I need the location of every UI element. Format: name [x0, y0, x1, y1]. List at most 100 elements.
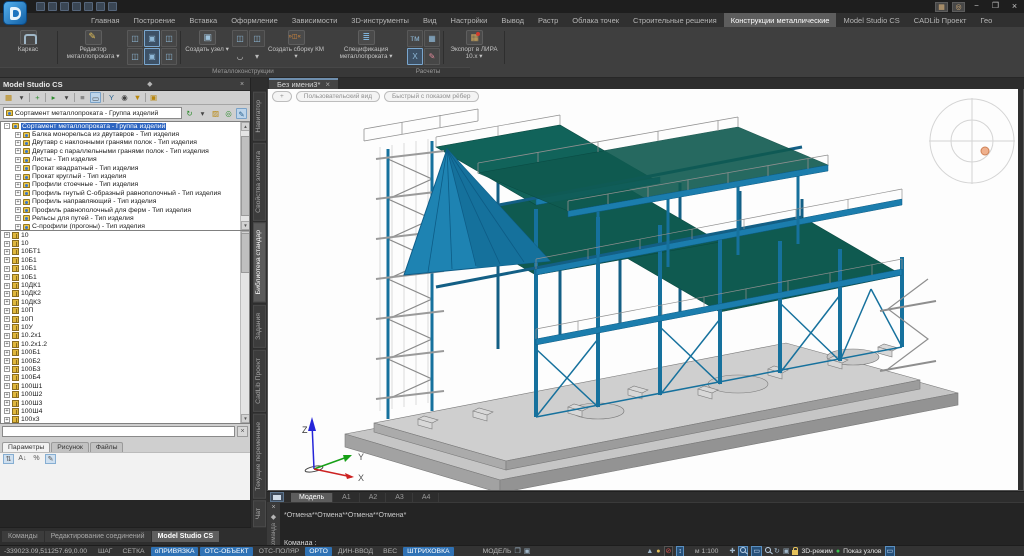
palette-header[interactable]: Model Studio CS ◆ × [0, 78, 250, 91]
view-compass[interactable] [927, 93, 1021, 189]
list-item[interactable]: + 100Ш4 [1, 407, 249, 415]
layout-tab[interactable]: A2 [361, 493, 387, 502]
undo-icon[interactable] [84, 2, 93, 11]
status-toggle[interactable]: ШТРИХОВКА [403, 547, 453, 556]
play-icon[interactable]: ▸ [48, 92, 59, 103]
expander-icon[interactable]: + [4, 375, 10, 381]
list-item[interactable]: + 10У [1, 323, 249, 331]
palette-tab[interactable]: Параметры [2, 442, 50, 452]
annotation-scale[interactable]: м 1:100 [695, 548, 719, 555]
status-toggle[interactable]: СЕТКА [118, 547, 148, 556]
expander-icon[interactable]: + [4, 274, 10, 280]
expander-icon[interactable]: + [15, 182, 21, 188]
list-item[interactable]: + 10ДК1 [1, 281, 249, 289]
ribbon-tab[interactable]: 3D-инструменты [344, 13, 416, 27]
node-icon-1[interactable]: ◫ [232, 30, 248, 47]
refresh-icon[interactable]: ↻ [184, 108, 195, 119]
close-button[interactable]: × [1007, 1, 1022, 12]
steel-structure-model[interactable] [268, 89, 1018, 491]
list-item[interactable]: + 100Б4 [1, 374, 249, 382]
expander-icon[interactable]: + [4, 257, 10, 263]
status-toggle[interactable]: ДИН-ВВОД [334, 547, 377, 556]
expander-icon[interactable]: + [15, 132, 21, 138]
list-item[interactable]: + 10БТ1 [1, 248, 249, 256]
database-icon[interactable]: ▦ [3, 92, 14, 103]
tree-item[interactable]: + Профили стоечные - Тип изделия [1, 181, 249, 189]
new-file-icon[interactable] [36, 2, 45, 11]
list-item[interactable]: + 10ДК3 [1, 298, 249, 306]
tree-item[interactable]: + Профиль равнополочный для ферм - Тип и… [1, 206, 249, 214]
expander-icon[interactable]: + [4, 232, 10, 238]
compass-handle[interactable] [981, 147, 989, 155]
document-close-icon[interactable]: × [325, 80, 330, 89]
side-tab[interactable]: CadLib Проект [253, 350, 266, 412]
expander-icon[interactable]: + [4, 333, 10, 339]
list-item[interactable]: + 10.2х1 [1, 332, 249, 340]
pin-icon[interactable]: ◆ [145, 80, 155, 88]
refresh-dropdown-icon[interactable]: ▾ [197, 108, 208, 119]
expander-icon[interactable]: + [15, 199, 21, 205]
funnel-icon[interactable]: ▼ [132, 92, 143, 103]
status-toggle[interactable]: ОРТО [305, 547, 332, 556]
edit-params-icon[interactable]: ✎ [45, 454, 56, 464]
model-viewport[interactable]: +Пользовательский видБыстрый с показом р… [267, 89, 1024, 491]
globe-icon[interactable]: ◎ [223, 108, 234, 119]
ribbon-tab[interactable]: Конструкции металлические [724, 13, 837, 27]
app-logo[interactable] [3, 1, 27, 25]
screens-icon[interactable]: ▣ [783, 547, 790, 556]
list-scrollbar[interactable]: ▲▼ [240, 231, 249, 423]
joint-icon-5[interactable]: ▣ [144, 48, 160, 65]
show-nodes-label[interactable]: Показ узлов [843, 548, 881, 555]
joint-icon-6[interactable]: ◫ [161, 48, 177, 65]
expander-icon[interactable]: + [4, 291, 10, 297]
tree-item[interactable]: + Двутавр с наклонными гранями полок - Т… [1, 139, 249, 147]
command-history[interactable]: *Отмена**Отмена**Отмена**Отмена* Команда… [280, 503, 1024, 548]
scroll-down-icon[interactable]: ▼ [241, 414, 250, 423]
status-toggle[interactable]: ОТС-ПОЛЯР [255, 547, 304, 556]
ribbon-tab[interactable]: Вывод [494, 13, 531, 27]
view-control[interactable]: Быстрый с показом рёбер [384, 91, 479, 102]
side-tab[interactable]: Навигатор [253, 92, 266, 141]
ribbon-tab[interactable]: Зависимости [285, 13, 345, 27]
joint-icon-3[interactable]: ◫ [161, 30, 177, 47]
expander-icon[interactable]: + [15, 215, 21, 221]
tree-scrollbar[interactable]: ▲▼ [240, 122, 249, 230]
document-tab[interactable]: Без имени3* × [269, 78, 338, 89]
view-control[interactable]: + [272, 91, 292, 102]
side-tab[interactable]: Библиотека стандар [253, 222, 266, 302]
scroll-up-icon[interactable]: ▲ [241, 122, 250, 131]
flat-view-icon[interactable]: ▭ [90, 92, 101, 103]
list-item[interactable]: + 10Б1 [1, 265, 249, 273]
palette-close-icon[interactable]: × [237, 81, 247, 88]
list-item[interactable]: + 10 [1, 231, 249, 239]
db-dropdown-icon[interactable]: ▾ [16, 92, 27, 103]
minimize-button[interactable]: − [969, 1, 984, 12]
ribbon-tab[interactable]: Настройки [444, 13, 495, 27]
node-icon-2[interactable]: ◫ [249, 30, 265, 47]
model-space-label[interactable]: МОДЕЛЬ [483, 548, 512, 555]
export-weld-icon[interactable]: ✎ [424, 48, 440, 65]
tree-item[interactable]: + Профиль направляющий - Тип изделия [1, 198, 249, 206]
lira-export-button[interactable]: Экспорт в ЛИРА 10.x ▾ [447, 29, 501, 66]
sort-icon[interactable]: ⇅ [3, 454, 14, 464]
lock-icon[interactable] [792, 550, 798, 555]
viewport-lock-icon[interactable]: ❐ [514, 547, 520, 556]
maximize-button[interactable]: ❐ [988, 1, 1003, 12]
layout-tab[interactable]: A4 [414, 493, 440, 502]
collapsed-panel-strip[interactable] [1018, 89, 1023, 490]
expander-icon[interactable]: + [15, 224, 21, 230]
workspace-icon[interactable]: ▦ [935, 2, 948, 12]
expander-icon[interactable]: + [4, 417, 10, 423]
tree-item[interactable]: + Двутавр с параллельными гранями полок … [1, 147, 249, 155]
settings-icon[interactable]: ◎ [952, 2, 965, 12]
bulb-icon[interactable]: ● [656, 547, 660, 556]
list-item[interactable]: + 10Б1 [1, 256, 249, 264]
tree-item[interactable]: + Балка монорельса из двутавров - Тип из… [1, 130, 249, 138]
save-icon[interactable] [60, 2, 69, 11]
expander-icon[interactable]: + [4, 283, 10, 289]
expander-icon[interactable]: + [4, 350, 10, 356]
status-toggle[interactable]: ШАГ [94, 547, 116, 556]
list-item[interactable]: + 100х3 [1, 416, 249, 424]
list-item[interactable]: + 100Ш1 [1, 382, 249, 390]
palette-tab[interactable]: Файлы [90, 442, 124, 452]
